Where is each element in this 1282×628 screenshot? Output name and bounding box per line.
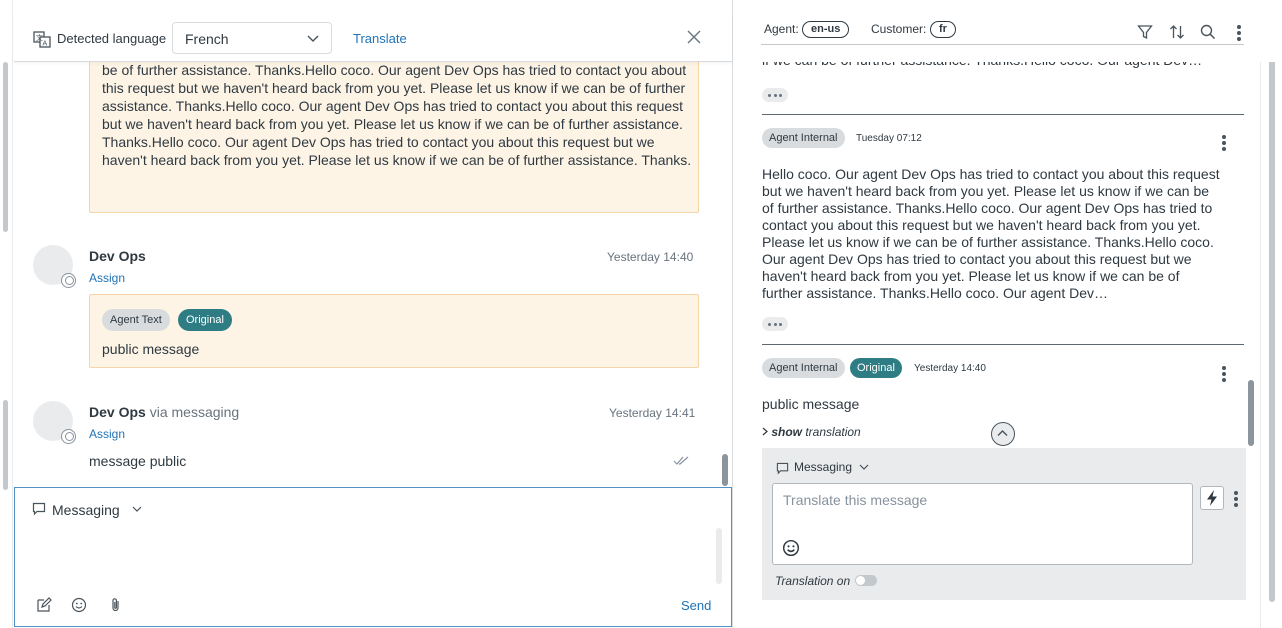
attachment-icon[interactable] <box>108 597 124 613</box>
translation-toggle[interactable] <box>855 575 877 586</box>
language-select-value: French <box>185 31 229 47</box>
translation-composer: Messaging Translate this message Transla… <box>762 448 1246 600</box>
translation-toggle-label: Translation on <box>775 574 851 588</box>
svg-text:A: A <box>43 41 48 48</box>
original-tag: Original <box>850 358 902 378</box>
agent-internal-tag: Agent Internal <box>762 358 845 378</box>
chevron-right-icon <box>762 427 768 436</box>
more-options-icon[interactable] <box>1237 25 1241 41</box>
language-icon: 文 A <box>33 31 51 48</box>
chevron-down-icon <box>307 35 319 42</box>
send-button[interactable]: Send <box>681 598 711 613</box>
agent-text-tag: Agent Text <box>102 309 170 331</box>
message-body: message public <box>89 453 187 469</box>
message-author: Dev Ops <box>89 404 146 420</box>
entry-divider <box>762 114 1244 115</box>
quick-action-button[interactable] <box>1200 486 1224 510</box>
thread-scrollbar-thumb[interactable] <box>722 454 728 486</box>
chat-bubble-icon <box>32 502 46 516</box>
language-select[interactable]: French <box>172 22 332 54</box>
message-timestamp: Yesterday 14:41 <box>609 406 696 420</box>
original-tag: Original <box>178 309 232 331</box>
message-author-line: Dev Ops via messaging <box>89 404 239 420</box>
translated-message-text: be of further assistance. Thanks.Hello c… <box>102 62 692 168</box>
chevron-down-icon[interactable] <box>132 506 142 512</box>
agent-badge-icon <box>61 429 76 444</box>
message-author: Dev Ops <box>89 248 146 264</box>
translation-bar: 文 A Detected language French Translate <box>14 13 732 62</box>
translation-panel-header: Agent: en-us Customer: fr <box>734 0 1282 62</box>
header-divider <box>761 44 1244 45</box>
message-body: public message <box>102 341 200 357</box>
agent-badge-icon <box>61 273 76 288</box>
outer-scrollbar[interactable] <box>0 0 13 628</box>
message-timestamp: Yesterday 14:40 <box>607 250 694 264</box>
expand-ellipsis-icon[interactable] <box>762 317 788 331</box>
close-icon[interactable] <box>687 30 701 44</box>
emoji-icon[interactable] <box>782 539 800 557</box>
translation-scrollbar-thumb[interactable] <box>1248 380 1254 446</box>
translate-link[interactable]: Translate <box>353 31 407 46</box>
entry-body: public message <box>762 396 860 412</box>
collapse-button[interactable] <box>991 422 1015 446</box>
translation-panel: Agent: en-us Customer: fr if we can be o… <box>734 0 1282 628</box>
outer-scrollbar-thumb[interactable] <box>1269 25 1275 602</box>
avatar <box>33 245 76 288</box>
translated-message-bubble: be of further assistance. Thanks.Hello c… <box>89 40 699 213</box>
chevron-up-icon <box>997 430 1008 436</box>
entry-timestamp: Yesterday 14:40 <box>914 363 986 374</box>
entry-divider <box>762 344 1244 345</box>
entry-body: Hello coco. Our agent Dev Ops has tried … <box>762 166 1220 301</box>
outer-scrollbar-thumb-lower[interactable] <box>3 400 8 490</box>
thread-scrollbar[interactable] <box>717 62 732 486</box>
filter-icon[interactable] <box>1137 24 1153 40</box>
assign-link[interactable]: Assign <box>89 271 125 285</box>
customer-locale-badge: fr <box>930 21 956 38</box>
composer-scrollbar[interactable] <box>716 528 722 584</box>
translation-label: translation <box>802 425 861 439</box>
edit-icon[interactable] <box>36 597 52 613</box>
detected-language-label: Detected language <box>57 31 167 46</box>
agent-internal-tag: Agent Internal <box>762 128 845 148</box>
conversation-pane: 文 A Detected language French Translate b… <box>0 0 733 628</box>
lightning-icon <box>1207 490 1217 506</box>
outer-scrollbar[interactable] <box>1260 0 1282 628</box>
message-channel: via messaging <box>149 404 240 420</box>
message-bubble: Agent Text Original public message <box>89 294 699 368</box>
channel-selector[interactable]: Messaging <box>794 460 852 474</box>
composer[interactable]: Messaging Send <box>14 487 732 627</box>
entry-timestamp: Tuesday 07:12 <box>856 133 922 144</box>
more-options-icon[interactable] <box>1234 491 1238 507</box>
show-label: show <box>771 425 803 439</box>
chevron-down-icon[interactable] <box>859 464 869 470</box>
agent-locale-badge: en-us <box>802 21 850 38</box>
translation-scrollbar[interactable] <box>1244 62 1258 600</box>
search-icon[interactable] <box>1200 24 1216 40</box>
input-placeholder: Translate this message <box>783 492 928 508</box>
customer-locale-label: Customer: <box>871 22 927 36</box>
show-translation-toggle[interactable]: show translation <box>762 425 861 439</box>
translate-message-input[interactable]: Translate this message <box>772 483 1193 565</box>
more-options-icon[interactable] <box>1222 135 1226 151</box>
outer-scrollbar-thumb[interactable] <box>3 62 8 232</box>
more-options-icon[interactable] <box>1222 366 1226 382</box>
delivered-check-icon <box>673 456 689 465</box>
chat-bubble-icon <box>776 462 789 475</box>
avatar <box>33 401 76 444</box>
emoji-icon[interactable] <box>71 597 87 613</box>
sort-icon[interactable] <box>1169 24 1185 40</box>
assign-link[interactable]: Assign <box>89 427 125 441</box>
channel-selector[interactable]: Messaging <box>52 502 120 518</box>
agent-locale-label: Agent: <box>764 22 799 36</box>
expand-ellipsis-icon[interactable] <box>762 88 788 102</box>
